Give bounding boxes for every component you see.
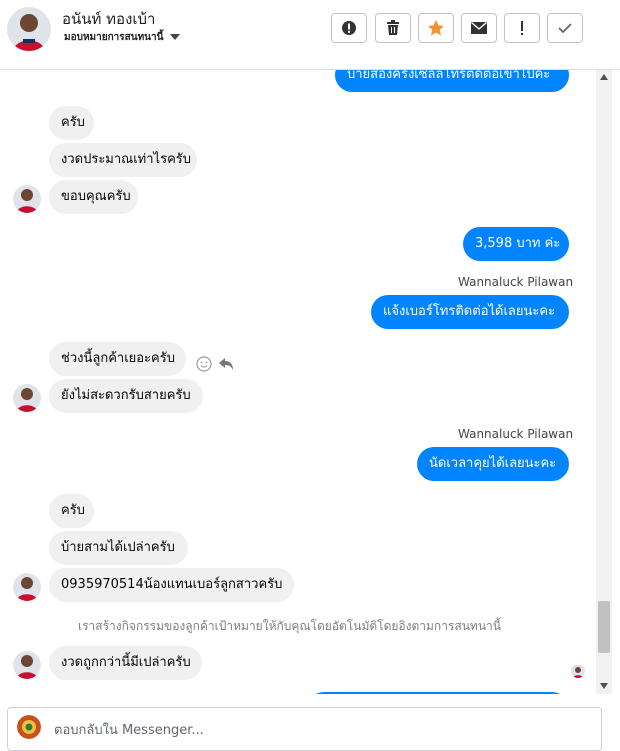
assign-label: มอบหมายการสนทนานี้ — [64, 32, 164, 43]
message-outgoing-partial[interactable] — [307, 692, 569, 694]
contact-avatar-small — [13, 185, 41, 213]
message-incoming[interactable]: ยังไม่สะดวกรับสายครับ — [49, 379, 203, 413]
message-incoming[interactable]: งวดประมาณเท่าไรครับ — [49, 143, 197, 177]
reply-input[interactable] — [52, 718, 576, 742]
contact-name[interactable]: อนันท์ ทองเบ้า — [62, 7, 155, 31]
message-incoming[interactable]: ครับ — [49, 494, 94, 528]
caret-down-icon — [170, 34, 181, 40]
alert-circle-icon — [342, 21, 356, 35]
message-incoming[interactable]: ช่วงนี้ลูกค้าเยอะครับ — [49, 342, 186, 376]
page-avatar-icon — [17, 715, 41, 739]
seen-receipt-avatar — [571, 664, 585, 678]
sender-name: Wannaluck Pilawan — [458, 275, 574, 289]
message-thread: บ้ายสองครั้งเซลล์โทรติดต่อเข้าไปค่ะ ครับ… — [0, 70, 596, 694]
scroll-down-arrow-icon[interactable] — [600, 683, 608, 689]
message-incoming[interactable]: 0935970514น้องแทนเบอร์ลูกสาวครับ — [49, 568, 294, 602]
delete-button[interactable] — [375, 13, 411, 43]
message-incoming[interactable]: ครับ — [49, 106, 94, 140]
message-outgoing[interactable]: นัดเวลาคุยได้เลยนะคะ — [417, 447, 569, 481]
assign-conversation-dropdown[interactable]: มอบหมายการสนทนานี้ — [64, 30, 181, 45]
envelope-icon — [471, 21, 487, 34]
contact-avatar[interactable] — [7, 7, 51, 51]
report-spam-button[interactable] — [331, 13, 367, 43]
scroll-up-arrow-icon[interactable] — [600, 74, 608, 80]
follow-up-button[interactable] — [504, 13, 540, 43]
check-icon — [558, 23, 572, 34]
message-outgoing[interactable]: แจ้งเบอร์โทรติดต่อได้เลยนะคะ — [371, 295, 569, 329]
message-outgoing[interactable]: บ้ายสองครั้งเซลล์โทรติดต่อเข้าไปค่ะ — [335, 70, 569, 92]
message-incoming[interactable]: งวดถูกกว่านี้มีเปล่าครับ — [49, 646, 202, 680]
contact-avatar-small — [13, 573, 41, 601]
conversation-header: อนันท์ ทองเบ้า มอบหมายการสนทนานี้ — [0, 0, 620, 70]
contact-avatar-small — [13, 651, 41, 679]
message-incoming[interactable]: ขอบคุณครับ — [49, 180, 138, 214]
mark-unread-button[interactable] — [461, 13, 497, 43]
chat-scrollbar[interactable] — [596, 70, 612, 694]
reply-composer — [7, 707, 602, 751]
sender-name: Wannaluck Pilawan — [458, 427, 574, 441]
trash-icon — [387, 20, 399, 35]
system-note: เราสร้างกิจกรรมของลูกค้าเป้าหมายให้กับคุ… — [78, 619, 501, 633]
mark-done-button[interactable] — [547, 13, 583, 43]
reply-arrow-icon[interactable] — [218, 356, 234, 376]
message-incoming[interactable]: บ้ายสามได้เปล่าครับ — [49, 531, 188, 565]
contact-avatar-small — [13, 384, 41, 412]
star-icon — [428, 20, 444, 36]
scroll-thumb[interactable] — [598, 601, 610, 653]
message-outgoing[interactable]: 3,598 บาท ค่ะ — [463, 227, 569, 261]
star-button[interactable] — [418, 13, 454, 43]
exclamation-icon — [521, 21, 523, 35]
react-smiley-icon[interactable] — [196, 356, 212, 376]
